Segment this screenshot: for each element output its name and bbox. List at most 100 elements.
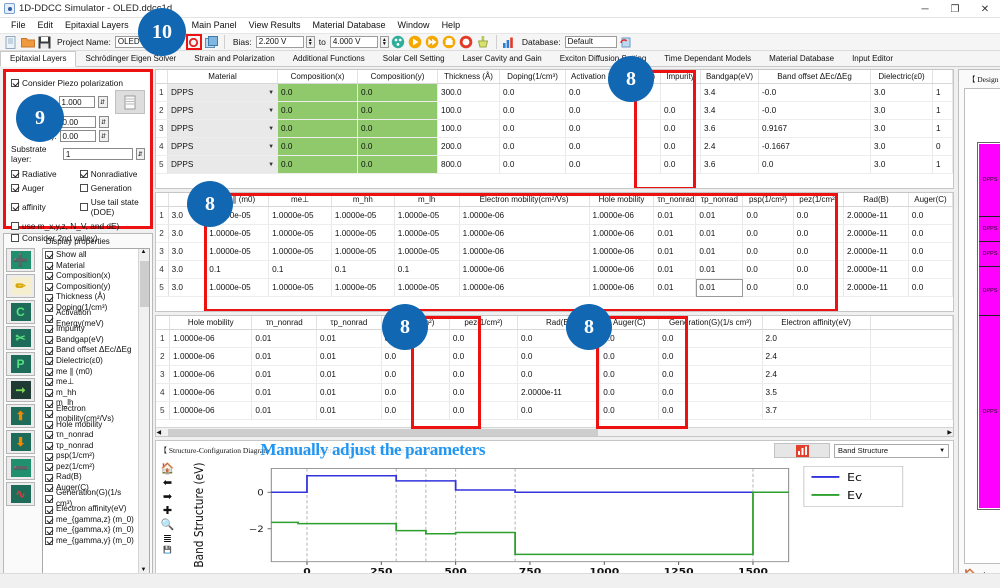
table-cell-me_par[interactable]: 1.0000e-05 [205,224,270,243]
copy-layer-button[interactable]: C [6,300,35,324]
display-property-item[interactable]: me⊥ [45,377,136,388]
display-property-item[interactable]: Generation(G)(1/s cm³) [45,488,136,508]
table-cell-tn[interactable]: 0.01 [251,401,318,420]
tab-material-database[interactable]: Material Database [760,52,843,66]
table-cell-m_hh[interactable]: 0.1 [331,260,395,279]
nonradiative-checkbox[interactable]: Nonradiative [79,169,145,179]
configure-subplots-icon[interactable]: ≣ [163,532,172,545]
display-property-item[interactable]: me_{gamma,x} (m_0) [45,525,136,536]
display-property-item[interactable]: me_{gamma,y} (m_0) [45,536,136,547]
home-icon[interactable]: 🏠 [161,462,175,475]
play-step-icon[interactable] [425,35,440,50]
insert-right-button[interactable]: ➞ [6,378,35,402]
column-header[interactable]: Dielectric(ε0) [870,70,934,84]
table-row[interactable]: 11.0000e-060.010.010.00.00.00.00.02.0 [155,329,954,348]
table-cell-auger[interactable]: 0.0 [599,365,660,384]
row-number[interactable]: 4 [155,260,169,279]
table-cell-pez[interactable]: 0.0 [449,383,519,402]
table-row[interactable]: 1 3.0 1.0000e-05 1.0000e-05 1.0000e-05 1.0000… [155,206,954,225]
table-cell-tn[interactable]: 0.01 [251,365,318,384]
row-number[interactable]: 3 [155,242,169,261]
column-header[interactable]: Thickness (Å) [437,70,501,84]
table-cell-offset[interactable]: 0.0 [758,155,872,174]
table-cell-thickness[interactable]: 100.0 [437,101,501,120]
table-cell-rad[interactable]: 2.0000e-11 [843,206,909,225]
table-cell-tn[interactable]: 0.01 [653,206,697,225]
table-cell-psp[interactable]: 0.0 [381,401,450,420]
table-cell-tn[interactable]: 0.01 [251,383,318,402]
table-cell-cx[interactable]: 0.0 [277,101,359,120]
display-property-item[interactable]: m_hh [45,388,136,399]
column-header[interactable]: Electron mobility(cm²/Vs) [459,193,590,207]
tab-solar-cell-setting[interactable]: Solar Cell Setting [374,52,454,66]
table-cell-material[interactable]: DPPS ▼ [167,137,279,156]
bias-to-input[interactable]: 4.000 V [329,36,378,48]
table-row[interactable]: 2 1.0000e-06 0.01 0.01 0.0 0.0 0.0 0.0 0.0 2.4 [155,347,954,366]
display-property-item[interactable]: me_{gamma,z} (m_0) [45,515,136,526]
scroll-right-icon[interactable]: ▶ [947,429,952,436]
scroll-left-icon[interactable]: ◀ [157,429,162,436]
display-property-item[interactable]: psp(1/cm²) [45,451,136,462]
display-property-item[interactable]: Show all [45,250,136,261]
bias-from-input[interactable]: 2.200 V [255,36,304,48]
table-cell-m_hh[interactable]: 1.0000e-05 [331,224,395,243]
table-cell-auger[interactable]: 0.0 [908,242,954,261]
piezo-x-input[interactable]: 1.000 [58,96,95,108]
table-cell-offset[interactable]: -0.0 [758,101,872,120]
table-cell-rad[interactable]: 2.0000e-11 [517,383,601,402]
table-cell-hmob[interactable]: 1.0000e-06 [169,329,253,348]
table-cell-gen[interactable]: 0.0 [658,401,763,420]
row-number[interactable]: 1 [155,83,169,102]
row-number[interactable]: 2 [155,101,169,120]
display-property-item[interactable]: Rad(B) [45,472,136,483]
auger-checkbox[interactable]: Auger [11,183,76,193]
table-row[interactable]: 5 1.0000e-06 0.01 0.01 0.0 0.0 0.0 0.0 0.0 3.7 [155,401,954,420]
table-cell-tp[interactable]: 0.01 [695,260,744,279]
table-cell-tn[interactable]: 0.01 [653,224,697,243]
table-cell-rad[interactable]: 0.0 [517,347,601,366]
table-cell-bandgap[interactable]: 3.6 [700,119,760,138]
column-header[interactable]: τp_nonrad [316,316,382,330]
display-property-item[interactable]: Electron affinity(eV) [45,504,136,515]
phi-spinner[interactable]: ⇵ [98,130,109,142]
table-cell-auger[interactable]: 0.0 [599,347,660,366]
affinity-checkbox[interactable]: affinity [11,197,76,217]
column-header[interactable]: pez(1/cm²) [449,316,519,330]
generation-checkbox[interactable]: Generation [79,183,145,193]
table-cell-me_perp[interactable]: 1.0000e-05 [268,224,332,243]
display-property-item[interactable]: Dielectric(ε0) [45,356,136,367]
layer-slice[interactable]: DPPS [978,242,1000,267]
display-property-item[interactable]: Band offset ΔEc/ΔEg [45,345,136,356]
bottom-table-hscrollbar[interactable]: ◀ ▶ [155,427,954,436]
column-header[interactable]: Impurity [660,70,702,84]
scroll-up-icon[interactable]: ▲ [141,249,147,255]
table-cell-activation[interactable]: 0.0 [565,119,662,138]
column-header[interactable]: psp(1/cm²) [742,193,794,207]
table-cell-hmob[interactable]: 1.0000e-06 [589,224,655,243]
tab-epitaxial-layers[interactable]: Epitaxial Layers [0,51,77,67]
substrate-layer-spinner[interactable]: ⇵ [135,148,145,160]
table-cell-hmob[interactable]: 1.0000e-06 [589,206,655,225]
table-cell-offset[interactable]: -0.1667 [758,137,872,156]
piezo-table-button[interactable] [114,90,145,114]
table-cell-pez[interactable]: 0.0 [793,224,845,243]
table-cell-pez[interactable]: 0.0 [449,401,519,420]
layer-slice[interactable]: DPPS [978,316,1000,508]
table-cell-me_perp[interactable]: 1.0000e-05 [268,242,332,261]
table-cell-impurity[interactable]: 0.0 [660,119,702,138]
display-properties-vscrollbar[interactable]: ▲ ▼ [137,249,149,573]
table-cell-m_hh[interactable]: 1.0000e-05 [331,278,395,297]
table-cell-material[interactable]: DPPS ▼ [167,155,279,174]
minimize-button[interactable]: ─ [910,0,940,18]
tab-laser-cavity-and-gain[interactable]: Laser Cavity and Gain [454,52,551,66]
edit-layer-button[interactable]: ✏ [6,274,35,298]
column-header[interactable]: Hole mobility [169,316,253,330]
table-cell-emob[interactable]: 1.0000e-06 [459,260,590,279]
bias-from-spinner[interactable]: ▲ ▼ [305,36,315,48]
table-cell-tn[interactable]: 0.01 [653,242,697,261]
column-header[interactable]: Bandgap(eV) [700,70,760,84]
table-cell-dielectric[interactable]: 3.0 [870,137,934,156]
table-cell-extra[interactable]: 1 [932,101,954,120]
table-cell-m_lh[interactable]: 1.0000e-05 [394,278,460,297]
table-cell-doping[interactable]: 0.0 [499,101,567,120]
